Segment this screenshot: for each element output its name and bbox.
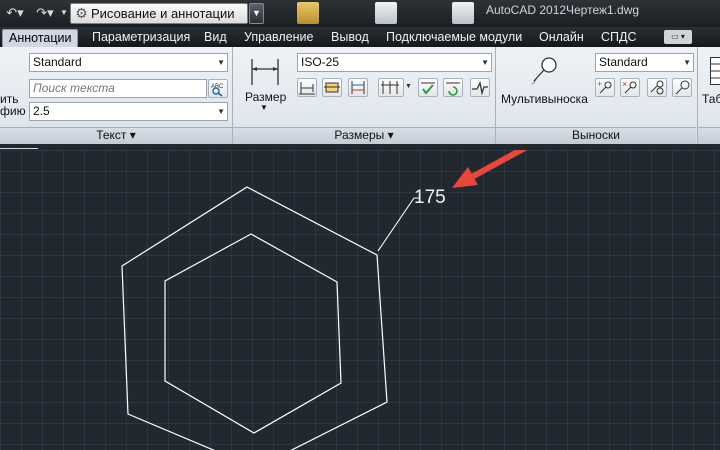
undo-icon[interactable]: ↶▾ — [2, 4, 28, 22]
table-button-label: Таб — [702, 92, 720, 106]
tab-plugins[interactable]: Подключаемые модули — [386, 29, 522, 47]
text-panel-footer[interactable]: Текст ▾ — [0, 127, 232, 144]
dimension-button-label: Размер — [245, 90, 287, 104]
chevron-down-icon: ▼ — [683, 58, 691, 67]
drawing-geometry — [121, 150, 528, 450]
taskbar-document-icon[interactable] — [375, 2, 397, 24]
add-leader-icon[interactable]: + — [595, 78, 615, 97]
tab-view[interactable]: Вид — [204, 29, 227, 47]
dim-reassociate-icon[interactable] — [443, 78, 463, 97]
annotation-arrow — [452, 150, 528, 188]
chevron-down-icon: ▼ — [260, 103, 268, 112]
multileader-icon — [531, 57, 557, 85]
multileader-button[interactable]: Мультивыноска — [499, 51, 591, 123]
text-height-select[interactable]: 2.5 ▼ — [29, 102, 228, 121]
svg-text:+: + — [597, 79, 602, 89]
text-style-value: Standard — [33, 55, 82, 69]
svg-text:×: × — [622, 79, 627, 89]
dim-baseline-icon[interactable] — [297, 78, 317, 97]
file-title: Чертеж1.dwg — [566, 3, 640, 17]
dim-jogline-icon[interactable] — [470, 78, 490, 97]
dimension-button[interactable]: Размер ▼ — [240, 51, 290, 123]
drawing-canvas[interactable]: 175 — [0, 150, 720, 450]
align-leaders-icon[interactable] — [647, 78, 667, 97]
leaders-panel-footer[interactable]: Выноски — [496, 127, 696, 144]
app-title: AutoCAD 2012 — [486, 3, 567, 17]
dim-update-icon[interactable] — [418, 78, 438, 97]
tab-output[interactable]: Вывод — [331, 29, 369, 47]
tables-panel-footer[interactable] — [698, 127, 720, 144]
dim-space-icon[interactable] — [348, 78, 368, 97]
dim-inspect-icon[interactable] — [322, 78, 342, 97]
tab-spds[interactable]: СПДС — [601, 29, 637, 47]
dimensions-panel-footer[interactable]: Размеры ▾ — [233, 127, 495, 144]
chevron-down-icon: ▼ — [481, 58, 489, 67]
find-replace-icon[interactable]: ABC — [208, 79, 228, 98]
workspace-dropdown-button[interactable]: ▼ — [249, 3, 264, 24]
workspace-selector[interactable]: ⚙ Рисование и аннотации — [70, 3, 248, 24]
taskbar-document-icon[interactable] — [452, 2, 474, 24]
ribbon: Standard ▼ ить фию Поиск текста ABC 2.5 … — [0, 47, 720, 144]
text-style-select[interactable]: Standard ▼ — [29, 53, 228, 72]
chevron-down-icon: ▼ — [217, 58, 225, 67]
spell-check-label[interactable]: фию — [0, 104, 26, 118]
tab-parametric[interactable]: Параметризация — [92, 29, 190, 47]
chevron-down-icon[interactable]: ▼ — [405, 83, 412, 90]
text-height-value: 2.5 — [33, 104, 50, 118]
chevron-down-icon: ▼ — [217, 107, 225, 116]
find-text-input[interactable]: Поиск текста — [29, 79, 207, 98]
taskbar-folder-icon[interactable] — [297, 2, 319, 24]
gear-icon: ⚙ — [75, 5, 88, 21]
dim-break-icon[interactable] — [378, 78, 404, 97]
tab-online[interactable]: Онлайн — [539, 29, 584, 47]
multileader-button-label: Мультивыноска — [501, 92, 588, 106]
tab-annotate[interactable]: Аннотации — [2, 29, 79, 47]
table-icon — [710, 57, 720, 85]
multileader-style-select[interactable]: Standard ▼ — [595, 53, 694, 72]
title-bar: ↶▾ ↷▾ ▼ ⚙ Рисование и аннотации ▼ AutoCA… — [0, 0, 720, 27]
outer-hexagon[interactable] — [121, 186, 388, 450]
workspace-label: Рисование и аннотации — [91, 6, 235, 21]
ribbon-tabs: Аннотации Параметризация Вид Управление … — [0, 27, 720, 47]
find-text-placeholder: Поиск текста — [33, 81, 115, 95]
text-panel-title: Текст — [96, 128, 127, 142]
redo-icon[interactable]: ↷▾ — [32, 4, 58, 22]
ribbon-minimize-button[interactable]: ▭ ▾ — [664, 30, 692, 44]
leaders-panel-title: Выноски — [572, 128, 620, 142]
multileader-style-value: Standard — [599, 55, 648, 69]
quick-access-dropdown-icon[interactable]: ▼ — [58, 4, 70, 22]
tab-manage[interactable]: Управление — [244, 29, 314, 47]
dimension-style-select[interactable]: ISO-25 ▼ — [297, 53, 492, 72]
dimension-style-value: ISO-25 — [301, 55, 340, 69]
collect-leaders-icon[interactable] — [672, 78, 692, 97]
linear-dimension-icon — [251, 59, 279, 85]
leader-annotation-text[interactable]: 175 — [414, 187, 446, 209]
viewport-edge — [0, 148, 38, 149]
remove-leader-icon[interactable]: × — [620, 78, 640, 97]
dimensions-panel-title: Размеры — [334, 128, 385, 142]
inner-hexagon[interactable] — [164, 233, 342, 434]
table-button[interactable]: Таб — [700, 51, 720, 123]
